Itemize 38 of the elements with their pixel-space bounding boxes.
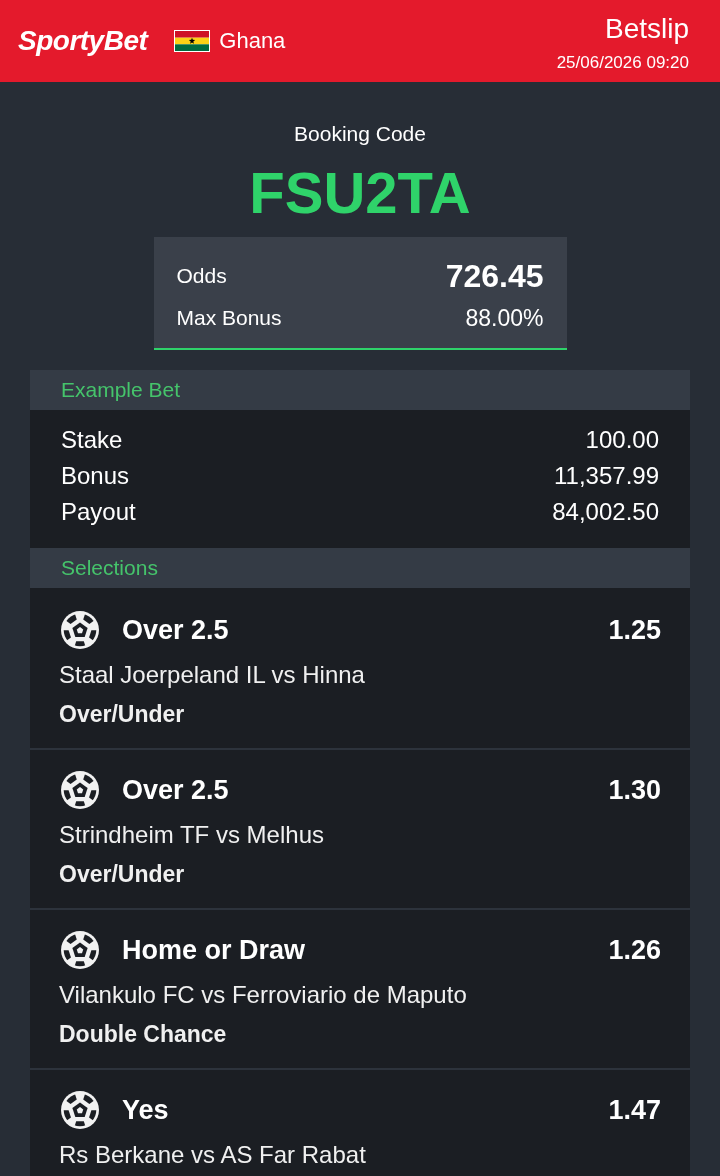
selection-odds: 1.47 (608, 1094, 661, 1126)
bet-row-value: 100.00 (585, 426, 659, 454)
soccer-ball-icon (61, 771, 99, 809)
selection-odds: 1.25 (608, 614, 661, 646)
market-name: Double Chance (59, 1020, 228, 1049)
section-title: Example Bet (30, 370, 690, 410)
selection-pick: Over 2.5 (122, 774, 230, 806)
match-name: Vilankulo FC vs Ferroviario de Maputo (59, 980, 468, 1010)
bet-row-value: 84,002.50 (552, 498, 659, 526)
bet-row-value: 11,357.99 (554, 462, 659, 490)
bet-row-label: Payout (61, 498, 136, 526)
booking-code-label: Booking Code (294, 121, 426, 147)
market-name: Over/Under (59, 860, 186, 889)
selection-pick: Over 2.5 (122, 614, 230, 646)
booking-code: FSU2TA (249, 161, 471, 225)
market-name: Over/Under (59, 700, 186, 729)
date-time: 25/06/2026 09:20 (556, 52, 689, 74)
selection-odds: 1.26 (608, 934, 661, 966)
match-name: Rs Berkane vs AS Far Rabat (59, 1140, 367, 1170)
match-name: Staal Joerpeland IL vs Hinna (59, 660, 366, 690)
soccer-ball-icon (61, 611, 99, 649)
max-bonus-value: 88.00% (465, 304, 544, 332)
selection-pick: Home or Draw (122, 934, 307, 966)
bet-row-label: Stake (61, 426, 123, 454)
country-label: Ghana (219, 27, 286, 55)
soccer-ball-icon (61, 1091, 99, 1129)
odds-label: Odds (176, 264, 227, 288)
flag-icon (174, 30, 211, 52)
max-bonus-label: Max Bonus (176, 306, 282, 330)
match-name: Strindheim TF vs Melhus (59, 820, 325, 850)
selection-pick: Yes (122, 1094, 170, 1126)
selection-odds: 1.30 (608, 774, 661, 806)
bet-row-label: Bonus (61, 462, 130, 490)
section-title: Selections (30, 548, 690, 588)
page-title: Betslip (604, 13, 689, 45)
soccer-ball-icon (61, 931, 99, 969)
brand-logo: SportyBet (18, 24, 148, 58)
odds-value: 726.45 (445, 257, 544, 295)
